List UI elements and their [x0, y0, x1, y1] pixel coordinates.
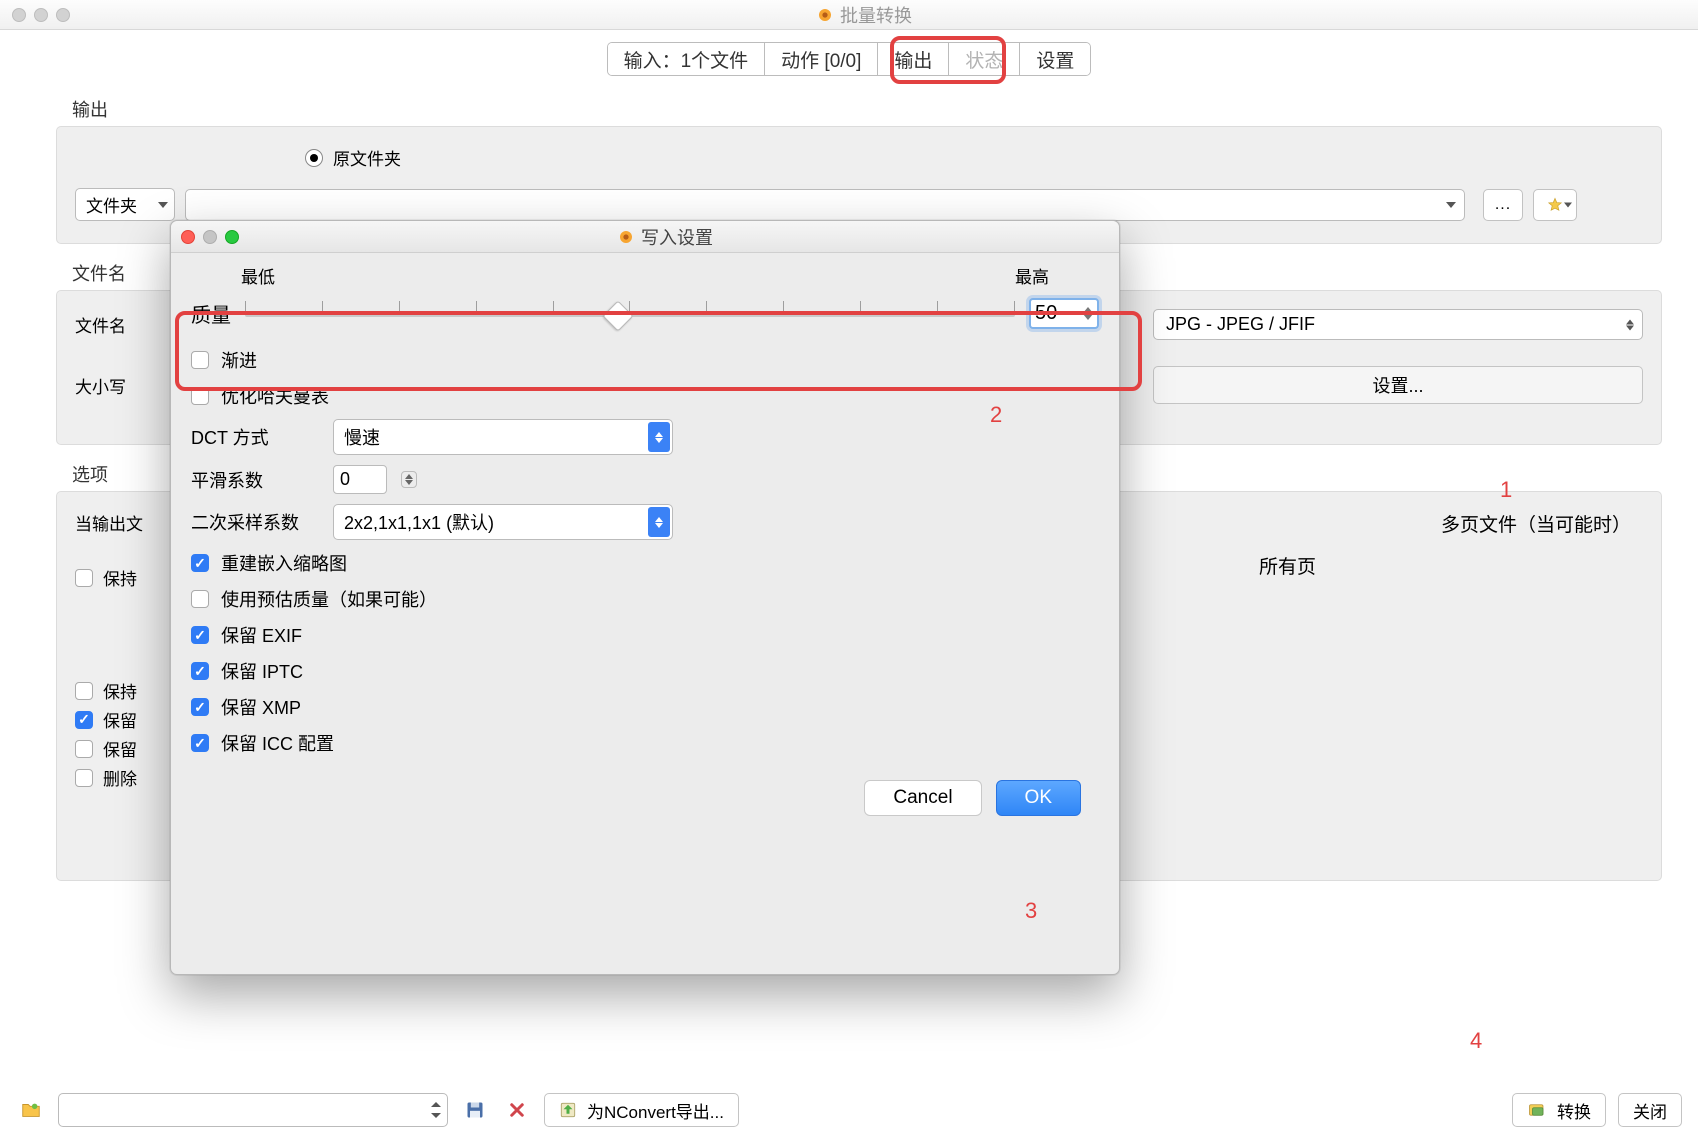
- window-title-text: 批量转换: [840, 2, 912, 28]
- preserve-label-3: 保留: [103, 707, 137, 732]
- preserve-label-2: 保持: [103, 678, 137, 703]
- preset-combo[interactable]: [58, 1093, 448, 1127]
- estimated-quality-checkbox[interactable]: [191, 590, 209, 608]
- smoothing-input[interactable]: [333, 465, 387, 494]
- dialog-title: 写入设置: [221, 224, 1109, 250]
- bottom-toolbar: 为NConvert导出... 转换 关闭: [16, 1090, 1682, 1130]
- quality-label: 质量: [191, 299, 231, 328]
- smoothing-stepper[interactable]: [401, 471, 417, 488]
- original-folder-radio[interactable]: [305, 149, 323, 167]
- folder-open-icon: [20, 1099, 42, 1121]
- dct-value: 慢速: [344, 428, 380, 448]
- main-window-title: 批量转换: [42, 2, 1686, 28]
- folder-path-combo[interactable]: [185, 189, 1465, 221]
- output-group-label: 输出: [72, 96, 1682, 122]
- ok-button[interactable]: OK: [996, 780, 1081, 816]
- save-preset-button[interactable]: [460, 1095, 490, 1125]
- preserve-checkbox-1[interactable]: [75, 569, 93, 587]
- keep-exif-checkbox[interactable]: [191, 626, 209, 644]
- annotation-number-4: 4: [1470, 1028, 1482, 1054]
- keep-icc-checkbox[interactable]: [191, 734, 209, 752]
- convert-label: 转换: [1557, 1098, 1591, 1123]
- quality-spinner[interactable]: [1029, 298, 1099, 329]
- annotation-number-3: 3: [1025, 898, 1037, 924]
- dialog-titlebar: 写入设置: [171, 221, 1119, 253]
- favorite-folder-button[interactable]: [1533, 189, 1577, 221]
- progressive-checkbox[interactable]: [191, 351, 209, 369]
- preserve-checkbox-2[interactable]: [75, 682, 93, 700]
- quality-highest-label: 最高: [1015, 263, 1049, 288]
- quality-lowest-label: 最低: [241, 263, 275, 288]
- delete-checkbox[interactable]: [75, 769, 93, 787]
- app-icon: [617, 228, 635, 246]
- allpages-label: 所有页: [1259, 552, 1316, 579]
- app-icon: [816, 6, 834, 24]
- tab-status: 状态: [949, 43, 1020, 75]
- optimize-huffman-label: 优化哈夫曼表: [221, 383, 329, 409]
- quality-value-input[interactable]: [1035, 302, 1079, 325]
- export-nconvert-button[interactable]: 为NConvert导出...: [544, 1093, 739, 1127]
- estimated-quality-label: 使用预估质量（如果可能）: [221, 586, 437, 612]
- open-folder-button[interactable]: [16, 1095, 46, 1125]
- multipage-label: 多页文件（当可能时）: [1441, 510, 1631, 537]
- subsampling-label: 二次采样系数: [191, 509, 321, 535]
- write-settings-dialog: 写入设置 最低 最高 质量 渐进 优化哈夫曼表 DC: [170, 220, 1120, 975]
- subsampling-select[interactable]: 2x2,1x1,1x1 (默认): [333, 504, 673, 540]
- when-output-exists-label: 当输出文: [75, 510, 143, 535]
- case-label: 大小写: [75, 373, 155, 398]
- tabs-segment: 输入：1个文件 动作 [0/0] 输出 状态 设置: [0, 30, 1698, 80]
- close-button[interactable]: 关闭: [1618, 1093, 1682, 1127]
- tab-settings[interactable]: 设置: [1020, 43, 1090, 75]
- annotation-number-2: 2: [990, 402, 1002, 428]
- quality-slider[interactable]: [245, 301, 1015, 327]
- close-window-icon[interactable]: [12, 8, 26, 22]
- format-select-value: JPG - JPEG / JFIF: [1166, 314, 1315, 334]
- keep-xmp-label: 保留 XMP: [221, 694, 301, 720]
- format-settings-button[interactable]: 设置...: [1153, 366, 1643, 404]
- keep-xmp-checkbox[interactable]: [191, 698, 209, 716]
- optimize-huffman-checkbox[interactable]: [191, 387, 209, 405]
- close-x-icon: [508, 1101, 526, 1119]
- convert-icon: [1527, 1101, 1547, 1119]
- format-select[interactable]: JPG - JPEG / JFIF: [1153, 309, 1643, 340]
- progressive-label: 渐进: [221, 347, 257, 373]
- save-icon: [465, 1100, 485, 1120]
- preserve-checkbox-4[interactable]: [75, 740, 93, 758]
- preserve-label-4: 保留: [103, 736, 137, 761]
- star-icon: [1547, 197, 1563, 213]
- preserve-checkbox-3[interactable]: [75, 711, 93, 729]
- folder-mode-select[interactable]: 文件夹: [75, 188, 175, 221]
- dialog-title-text: 写入设置: [641, 224, 713, 250]
- filename-label: 文件名: [75, 312, 155, 337]
- subsampling-value: 2x2,1x1,1x1 (默认): [344, 513, 494, 533]
- delete-preset-button[interactable]: [502, 1095, 532, 1125]
- smoothing-label: 平滑系数: [191, 467, 321, 493]
- original-folder-label: 原文件夹: [333, 145, 401, 170]
- browse-folder-button[interactable]: ...: [1483, 189, 1523, 221]
- quality-step-down[interactable]: [1083, 314, 1093, 320]
- rebuild-thumbnail-label: 重建嵌入缩略图: [221, 550, 347, 576]
- dialog-minimize-icon: [203, 230, 217, 244]
- tab-input[interactable]: 输入：1个文件: [608, 43, 766, 75]
- tab-actions[interactable]: 动作 [0/0]: [765, 43, 878, 75]
- keep-exif-label: 保留 EXIF: [221, 622, 302, 648]
- export-nconvert-label: 为NConvert导出...: [587, 1098, 724, 1123]
- preserve-label-1: 保持: [103, 565, 137, 590]
- dct-select[interactable]: 慢速: [333, 419, 673, 455]
- annotation-number-1: 1: [1500, 477, 1512, 503]
- main-titlebar: 批量转换: [0, 0, 1698, 30]
- delete-label: 删除: [103, 765, 137, 790]
- keep-iptc-label: 保留 IPTC: [221, 658, 303, 684]
- tab-output[interactable]: 输出: [878, 43, 949, 75]
- cancel-button[interactable]: Cancel: [864, 780, 981, 816]
- convert-button[interactable]: 转换: [1512, 1093, 1606, 1127]
- export-icon: [559, 1101, 577, 1119]
- keep-iptc-checkbox[interactable]: [191, 662, 209, 680]
- rebuild-thumbnail-checkbox[interactable]: [191, 554, 209, 572]
- keep-icc-label: 保留 ICC 配置: [221, 730, 334, 756]
- dct-label: DCT 方式: [191, 424, 321, 450]
- quality-step-up[interactable]: [1083, 307, 1093, 313]
- dialog-close-icon[interactable]: [181, 230, 195, 244]
